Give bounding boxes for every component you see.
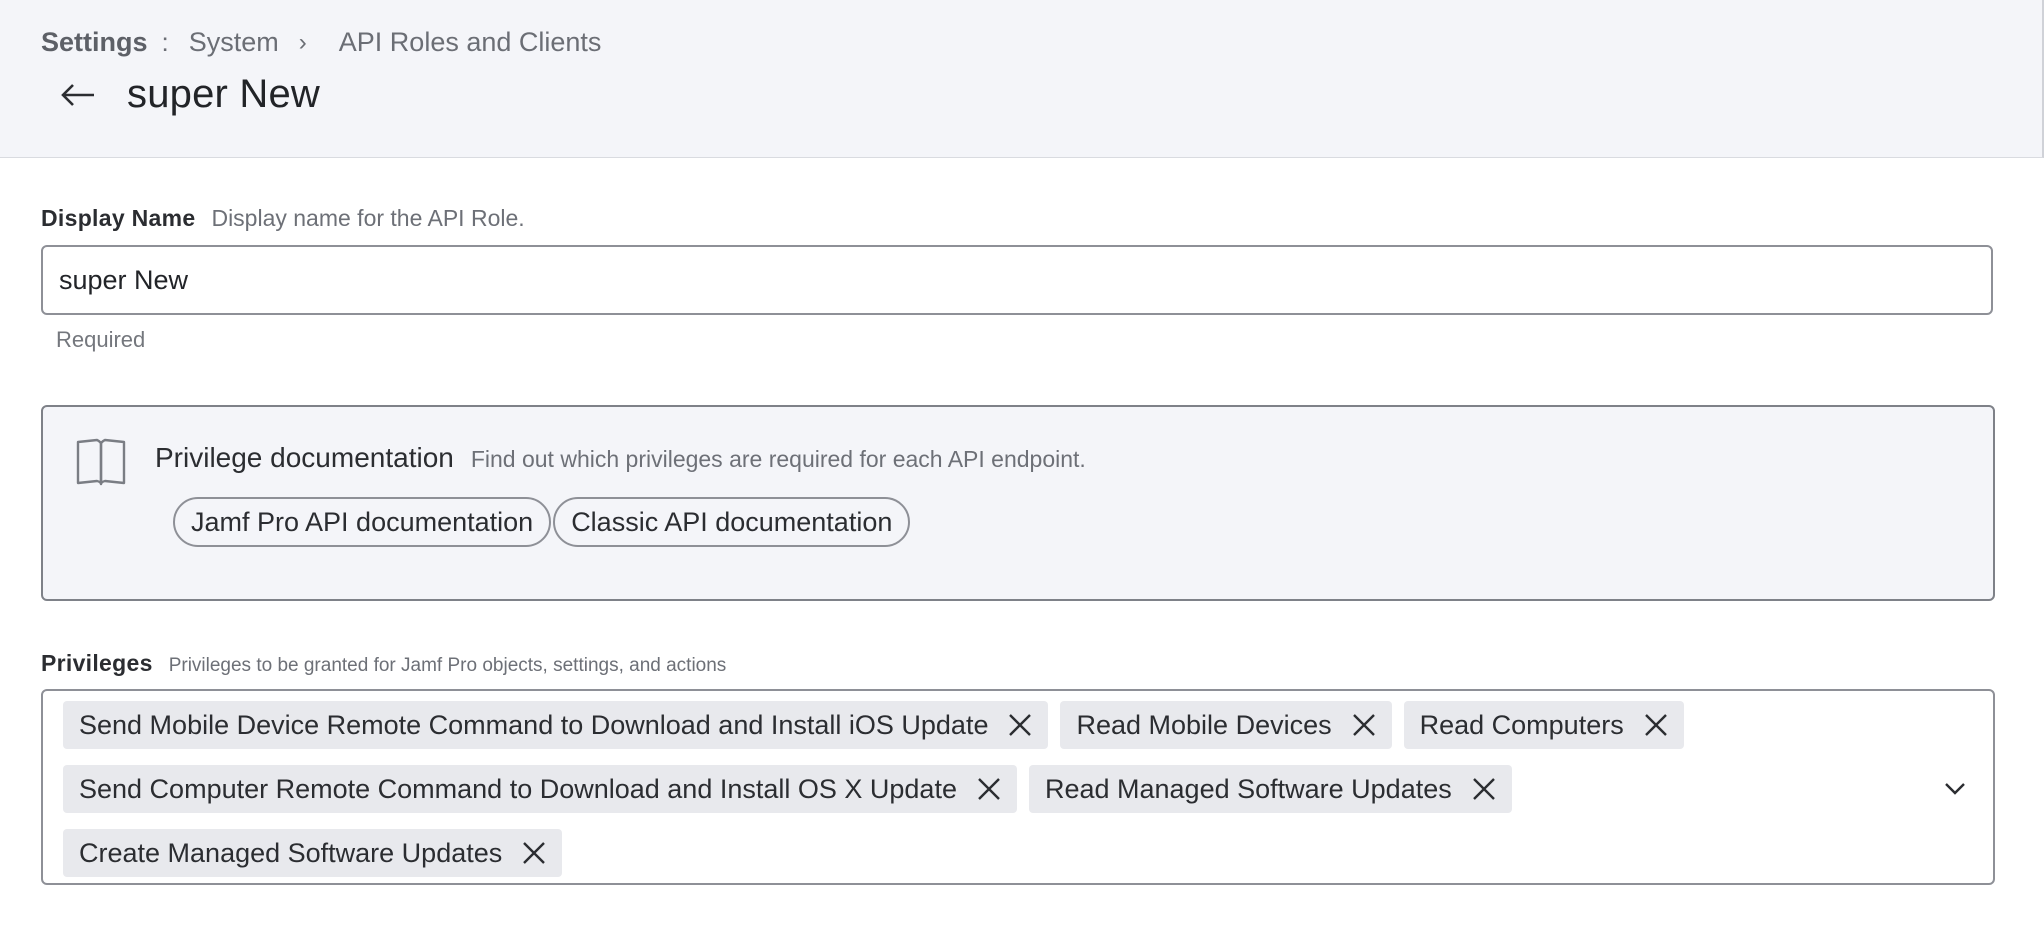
privilege-chip: Create Managed Software Updates (63, 829, 563, 877)
breadcrumb-item-system[interactable]: System (189, 27, 279, 58)
breadcrumb-root-separator: : (161, 27, 169, 57)
selected-privileges: Send Mobile Device Remote Command to Dow… (63, 701, 1923, 893)
privilege-documentation-title: Privilege documentation (155, 442, 454, 473)
privileges-label: Privileges (41, 650, 153, 676)
display-name-input[interactable] (41, 245, 1993, 315)
privileges-label-row: Privileges Privileges to be granted for … (41, 650, 726, 677)
display-name-label: Display Name (41, 205, 196, 231)
privileges-multiselect[interactable]: Send Mobile Device Remote Command to Dow… (41, 689, 1995, 885)
chevron-down-icon (1945, 783, 1965, 795)
breadcrumb-item-api-roles[interactable]: API Roles and Clients (339, 27, 602, 58)
close-icon (978, 778, 1000, 800)
privilege-chip: Read Mobile Devices (1060, 701, 1392, 749)
breadcrumb-root[interactable]: Settings (41, 27, 148, 58)
arrow-left-icon (61, 83, 94, 106)
classic-api-doc-link[interactable]: Classic API documentation (553, 497, 911, 547)
privilege-chip-label: Create Managed Software Updates (79, 837, 503, 868)
remove-chip-button[interactable] (520, 839, 548, 867)
close-icon (1352, 714, 1375, 736)
privilege-chip: Send Mobile Device Remote Command to Dow… (63, 701, 1049, 749)
book-icon (75, 436, 127, 493)
breadcrumb-separator: › (298, 28, 307, 56)
display-name-label-row: Display Name Display name for the API Ro… (41, 205, 525, 232)
chip-row: Create Managed Software Updates (63, 829, 1923, 877)
privilege-chip-label: Read Mobile Devices (1076, 709, 1332, 740)
title-row: super New (58, 72, 320, 117)
chip-row: Send Computer Remote Command to Download… (63, 765, 1923, 813)
privilege-documentation-box: Privilege documentation Find out which p… (41, 405, 1995, 601)
display-name-help: Display name for the API Role. (211, 205, 525, 231)
privilege-chip-label: Read Managed Software Updates (1044, 773, 1452, 804)
privilege-documentation-subtitle: Find out which privileges are required f… (470, 446, 1086, 472)
dropdown-toggle[interactable] (1943, 777, 1967, 801)
privilege-chip-label: Send Mobile Device Remote Command to Dow… (79, 709, 989, 740)
jamf-pro-api-doc-link[interactable]: Jamf Pro API documentation (173, 497, 552, 547)
privilege-chip: Send Computer Remote Command to Download… (63, 765, 1017, 813)
remove-chip-button[interactable] (1006, 711, 1034, 739)
back-button[interactable] (58, 75, 98, 115)
close-icon (523, 842, 546, 864)
remove-chip-button[interactable] (1350, 711, 1378, 739)
remove-chip-button[interactable] (1470, 775, 1498, 803)
documentation-links: Jamf Pro API documentation Classic API d… (173, 497, 911, 547)
close-icon (1009, 714, 1032, 736)
page-header: Settings : System › API Roles and Client… (0, 0, 2044, 158)
remove-chip-button[interactable] (1642, 711, 1670, 739)
page-title: super New (127, 72, 320, 116)
remove-chip-button[interactable] (975, 775, 1003, 803)
privileges-help: Privileges to be granted for Jamf Pro ob… (168, 655, 727, 676)
privilege-documentation-header: Privilege documentation Find out which p… (155, 442, 1086, 474)
close-icon (1644, 714, 1667, 736)
privilege-chip: Read Computers (1403, 701, 1684, 749)
required-hint: Required (56, 327, 146, 352)
chip-row: Send Mobile Device Remote Command to Dow… (63, 701, 1923, 749)
close-icon (1472, 778, 1495, 800)
privilege-chip-label: Read Computers (1419, 709, 1624, 740)
privilege-chip-label: Send Computer Remote Command to Download… (79, 773, 957, 804)
breadcrumb: Settings : System › API Roles and Client… (41, 27, 601, 58)
privilege-chip: Read Managed Software Updates (1028, 765, 1512, 813)
